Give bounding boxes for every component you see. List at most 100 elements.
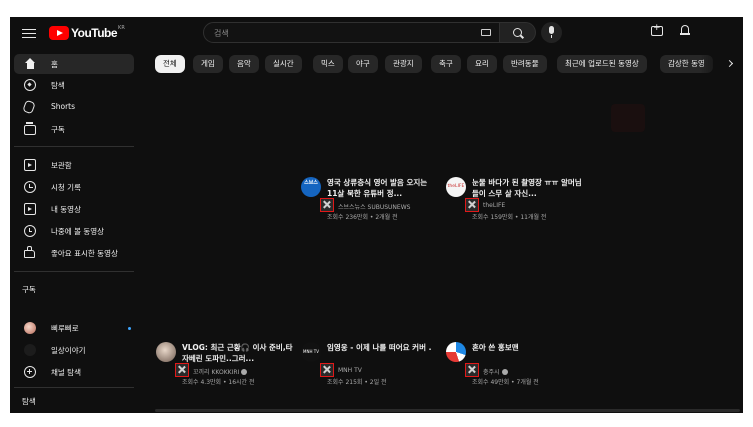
- shorts-icon: [22, 99, 36, 115]
- broken-image-icon: [175, 363, 189, 377]
- search-button[interactable]: [500, 22, 536, 43]
- channel-name[interactable]: theLIFE: [483, 202, 505, 209]
- horizontal-scrollbar[interactable]: [155, 409, 740, 412]
- channel-avatar[interactable]: 스브스: [301, 177, 321, 197]
- subscriptions-heading: 구독: [22, 285, 36, 294]
- chip-all[interactable]: 전체: [155, 55, 185, 73]
- video-metadata: 조회수 4.3만회 • 16시간 전: [182, 379, 255, 386]
- history-icon: [24, 181, 36, 193]
- video-title[interactable]: 영국 상류층식 영어 발음 오지는 11살 북한 유튜버 정...: [327, 177, 439, 199]
- sidebar-item-home[interactable]: 홈: [14, 54, 134, 74]
- channel-name[interactable]: 충주시: [483, 367, 508, 376]
- channel-avatar[interactable]: [446, 342, 466, 362]
- chevron-right-icon[interactable]: [722, 56, 738, 72]
- compass-icon: [24, 79, 36, 91]
- video-card[interactable]: 혼아 쓴 홍보맨 충주시 조회수 49만회 • 7개월 전: [446, 342, 586, 400]
- sidebar-item-shorts[interactable]: Shorts: [14, 97, 134, 117]
- sidebar-subscription-item[interactable]: 일상이야기: [14, 340, 134, 360]
- channel-name-text: 꼬끼리 KKOKKIRI: [193, 369, 240, 376]
- chip-cooking[interactable]: 요리: [467, 55, 497, 73]
- chip-baseball[interactable]: 야구: [348, 55, 378, 73]
- sidebar-item-label: 나중에 볼 동영상: [51, 227, 105, 236]
- explore-heading: 탐색: [22, 397, 36, 406]
- sidebar-item-watch-later[interactable]: 나중에 볼 동영상: [14, 221, 134, 241]
- sidebar-item-browse-channels[interactable]: 채널 탐색: [14, 362, 134, 382]
- chip-music[interactable]: 음악: [229, 55, 259, 73]
- chip-games[interactable]: 게임: [193, 55, 223, 73]
- video-title[interactable]: VLOG: 최근 근황🎧 이사 준비,타자베린 도파민..그러...: [182, 342, 294, 364]
- sidebar-item-subscriptions[interactable]: 구독: [14, 119, 134, 139]
- sidebar-item-label: 채널 탐색: [51, 368, 81, 377]
- library-icon: [24, 159, 36, 171]
- logo-region: KR: [118, 25, 125, 31]
- video-card[interactable]: MNH TV 임영웅 - 이제 나를 떠어요 커버 . MNH TV 조회수 2…: [301, 342, 441, 400]
- sidebar-item-liked-videos[interactable]: 좋아요 표시한 동영상: [14, 243, 134, 263]
- search-input[interactable]: [212, 25, 476, 42]
- broken-image-icon: [465, 198, 479, 212]
- video-metadata: 조회수 159만회 • 11개월 전: [472, 214, 547, 221]
- video-title[interactable]: 임영웅 - 이제 나를 떠어요 커버 .: [327, 342, 439, 353]
- chip-mix[interactable]: 믹스: [313, 55, 343, 73]
- menu-icon[interactable]: [22, 26, 36, 40]
- broken-image-icon: [320, 198, 334, 212]
- video-card[interactable]: theLIFE 눈물 바다가 된 촬영장 ㅠㅠ 알머님들이 스무 살 자신...…: [446, 177, 586, 235]
- chip-tourism[interactable]: 관광지: [385, 55, 422, 73]
- channel-avatar: [24, 322, 36, 334]
- sidebar-item-label: 삐루삐로: [51, 324, 79, 333]
- video-title[interactable]: 혼아 쓴 홍보맨: [472, 342, 584, 353]
- sidebar-item-history[interactable]: 시청 기록: [14, 177, 134, 197]
- logo-text: YouTube: [71, 26, 118, 40]
- chip-soccer[interactable]: 축구: [431, 55, 461, 73]
- add-circle-icon: [24, 366, 36, 378]
- youtube-play-icon: [49, 26, 69, 40]
- thumbnail-placeholder: [611, 104, 645, 132]
- chip-pets[interactable]: 반려동물: [503, 55, 547, 73]
- sidebar-item-label: 일상이야기: [51, 346, 86, 355]
- sidebar-item-label: 탐색: [51, 81, 65, 90]
- new-content-dot: [128, 327, 131, 330]
- sidebar-divider: [14, 387, 134, 388]
- keyboard-icon[interactable]: [481, 29, 491, 36]
- video-card[interactable]: 스브스 영국 상류층식 영어 발음 오지는 11살 북한 유튜버 정... 스브…: [301, 177, 441, 235]
- youtube-logo[interactable]: YouTube KR: [49, 25, 125, 41]
- channel-name-text: 충주시: [483, 369, 500, 376]
- chip-recently-uploaded[interactable]: 최근에 업로드된 동영상: [557, 55, 647, 73]
- sidebar-item-label: Shorts: [51, 102, 76, 111]
- chip-live[interactable]: 실시간: [265, 55, 302, 73]
- channel-avatar: [24, 344, 36, 356]
- notifications-icon[interactable]: [680, 25, 690, 36]
- channel-name[interactable]: 꼬끼리 KKOKKIRI: [193, 367, 248, 376]
- watch-later-icon: [24, 225, 36, 237]
- channel-avatar[interactable]: [156, 342, 176, 362]
- filter-chip-bar: 전체 게임 음악 실시간 믹스 야구 관광지 축구 요리 반려동물 최근에 업로…: [155, 54, 740, 76]
- home-icon: [24, 58, 36, 70]
- top-bar: YouTube KR: [10, 17, 743, 49]
- sidebar-item-label: 시청 기록: [51, 183, 81, 192]
- sidebar-item-explore[interactable]: 탐색: [14, 75, 134, 95]
- verified-icon: [241, 369, 248, 375]
- sidebar-item-label: 구독: [51, 125, 65, 134]
- microphone-icon: [549, 26, 554, 38]
- video-metadata: 조회수 236만회 • 2개월 전: [327, 214, 398, 221]
- create-icon[interactable]: [651, 23, 663, 36]
- sidebar-item-label: 홈: [51, 60, 58, 69]
- video-card[interactable]: VLOG: 최근 근황🎧 이사 준비,타자베린 도파민..그러... 꼬끼리 K…: [156, 342, 296, 400]
- sidebar-item-library[interactable]: 보관함: [14, 155, 134, 175]
- video-title[interactable]: 눈물 바다가 된 촬영장 ㅠㅠ 알머님들이 스무 살 자신...: [472, 177, 584, 199]
- sidebar-divider: [14, 146, 134, 147]
- thumbs-up-icon: [24, 246, 35, 258]
- channel-avatar[interactable]: MNH TV: [301, 342, 321, 362]
- sidebar-item-label: 보관함: [51, 161, 72, 170]
- voice-search-button[interactable]: [541, 22, 562, 43]
- channel-name[interactable]: MNH TV: [338, 367, 362, 374]
- video-metadata: 조회수 215회 • 2일 전: [327, 379, 387, 386]
- broken-image-icon: [465, 363, 479, 377]
- channel-name[interactable]: 스브스뉴스 SUBUSUNEWS: [338, 202, 410, 211]
- sidebar-subscription-item[interactable]: 삐루삐로: [14, 318, 134, 338]
- search-icon: [513, 28, 522, 37]
- sidebar-item-my-videos[interactable]: 내 동영상: [14, 199, 134, 219]
- sidebar-item-label: 내 동영상: [51, 205, 81, 214]
- subscriptions-icon: [24, 122, 36, 135]
- channel-avatar[interactable]: theLIFE: [446, 177, 466, 197]
- search-box: [203, 22, 500, 43]
